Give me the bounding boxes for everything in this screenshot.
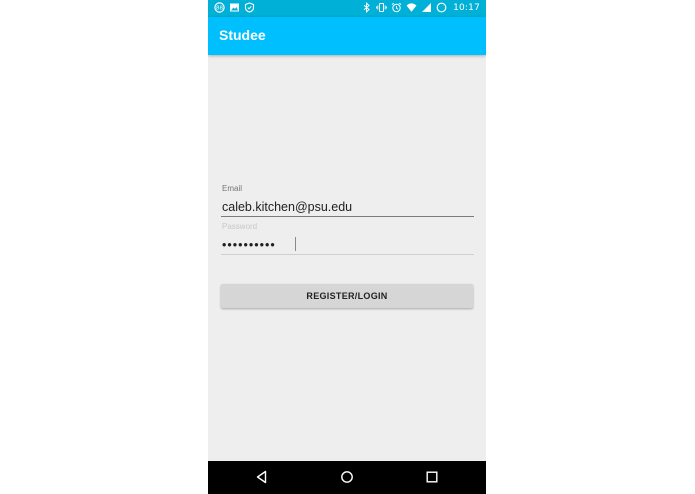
recents-icon[interactable] (424, 469, 440, 485)
shield-icon (244, 2, 255, 13)
status-right-icons: 10:17 (361, 2, 480, 13)
navigation-bar (208, 461, 486, 494)
back-icon[interactable] (254, 469, 270, 485)
notification-badge-text: 88 (216, 6, 223, 12)
vibrate-icon (376, 2, 388, 13)
phone-screen: 88 10:17 Studee Email caleb.kitchen@psu.… (208, 0, 486, 494)
status-time: 10:17 (453, 2, 480, 13)
bluetooth-icon (361, 2, 372, 13)
notification-badge-icon: 88 (214, 2, 225, 13)
image-icon (229, 2, 240, 13)
text-cursor (295, 237, 296, 251)
cell-signal-icon (421, 2, 432, 13)
home-icon[interactable] (339, 469, 355, 485)
email-input[interactable] (221, 198, 474, 217)
app-title: Studee (219, 27, 266, 43)
password-label: Password (222, 222, 258, 231)
password-input[interactable] (221, 236, 474, 255)
wifi-icon (406, 2, 417, 13)
status-left-icons: 88 (214, 2, 255, 13)
app-bar: Studee (208, 17, 486, 55)
battery-circle-icon (436, 2, 447, 13)
alarm-icon (391, 2, 402, 13)
status-bar: 88 10:17 (208, 0, 486, 17)
register-login-button[interactable]: REGISTER/LOGIN (221, 284, 473, 308)
email-label: Email (222, 184, 243, 193)
